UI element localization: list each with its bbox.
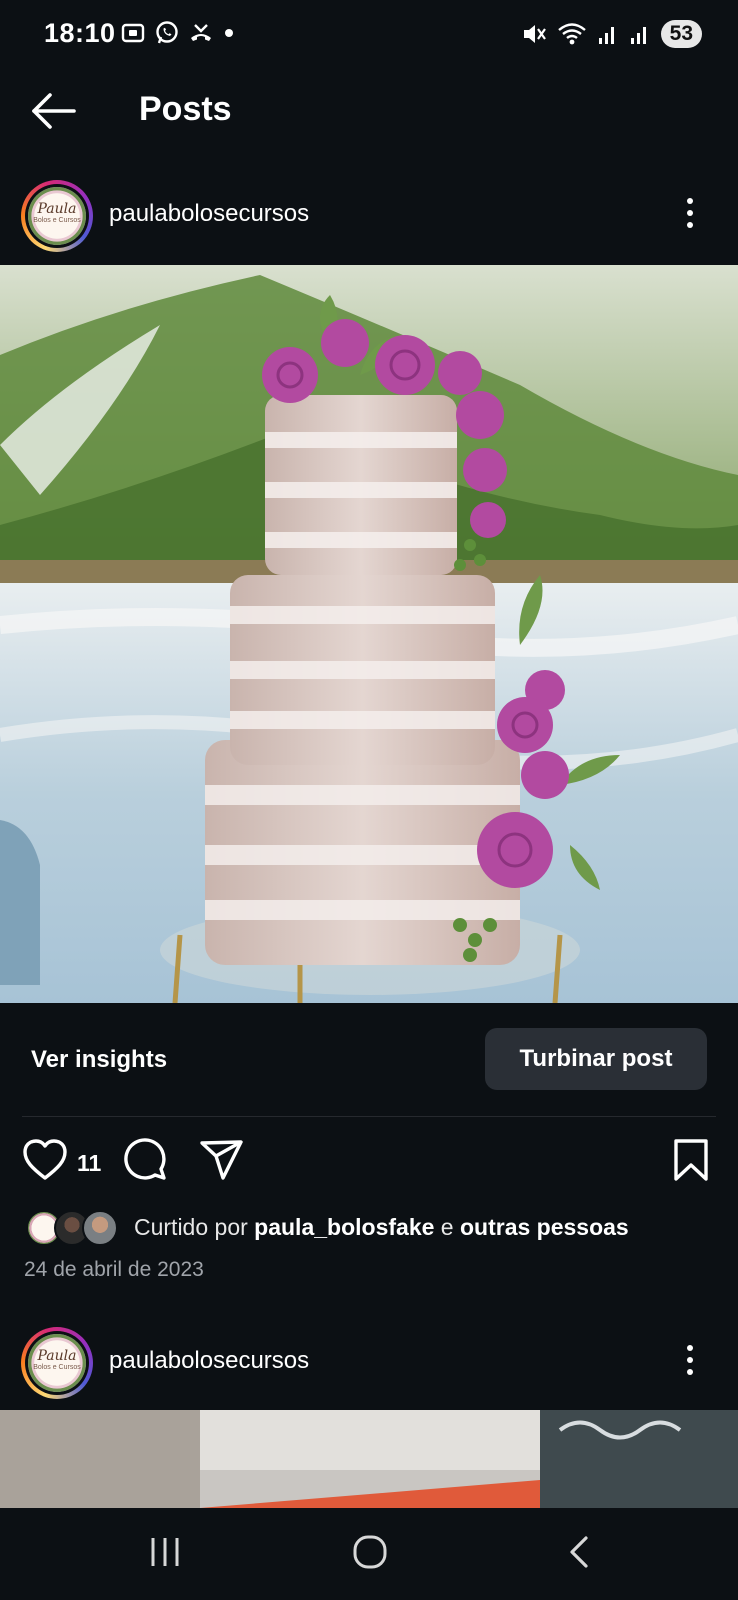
signal-icon bbox=[630, 27, 646, 44]
liked-by-others[interactable]: outras pessoas bbox=[460, 1214, 629, 1240]
page-title: Posts bbox=[139, 90, 232, 128]
arrow-left-icon[interactable] bbox=[28, 90, 80, 132]
system-nav-bar bbox=[0, 1508, 738, 1600]
post-username[interactable]: paulabolosecursos bbox=[109, 200, 309, 228]
whatsapp-icon bbox=[156, 21, 178, 44]
avatar-logo-text: Paula bbox=[37, 1348, 77, 1364]
liked-by-joiner: e bbox=[440, 1214, 454, 1240]
more-options-icon[interactable] bbox=[682, 1341, 698, 1385]
divider bbox=[22, 1116, 716, 1117]
post-photo[interactable] bbox=[0, 1410, 738, 1508]
avatar bbox=[82, 1210, 118, 1246]
home-icon[interactable] bbox=[352, 1534, 388, 1570]
liked-by-user[interactable]: paula_bolosfake bbox=[254, 1214, 434, 1240]
dot-icon bbox=[225, 29, 233, 37]
post-username[interactable]: paulabolosecursos bbox=[109, 1347, 309, 1375]
comment-icon[interactable] bbox=[122, 1138, 168, 1182]
post-photo[interactable] bbox=[0, 265, 738, 1003]
more-options-icon[interactable] bbox=[682, 194, 698, 238]
battery-level: 53 bbox=[660, 20, 702, 48]
avatar-logo-text: Paula bbox=[37, 201, 77, 217]
system-icons: 53 bbox=[521, 20, 702, 48]
insights-row: Ver insights Turbinar post bbox=[0, 1028, 738, 1090]
post-header: Paula Bolos e Cursos paulabolosecursos bbox=[0, 176, 738, 256]
liked-by-text: Curtido por paula_bolosfake e outras pes… bbox=[134, 1214, 629, 1241]
post-date: 24 de abril de 2023 bbox=[24, 1258, 204, 1281]
signal-icon bbox=[598, 27, 614, 44]
share-icon[interactable] bbox=[199, 1138, 245, 1182]
avatar[interactable]: Paula Bolos e Cursos bbox=[21, 1327, 93, 1399]
boost-post-button[interactable]: Turbinar post bbox=[485, 1028, 707, 1090]
post-actions: 11 bbox=[0, 1138, 738, 1188]
liked-by-prefix: Curtido por bbox=[134, 1214, 248, 1240]
bookmark-icon[interactable] bbox=[672, 1138, 710, 1182]
avatar-logo-subtext: Bolos e Cursos bbox=[33, 1364, 81, 1371]
status-time: 18:10 bbox=[44, 18, 116, 48]
missed-call-icon bbox=[191, 24, 211, 41]
back-icon[interactable] bbox=[564, 1534, 594, 1570]
page-header: Posts bbox=[0, 80, 738, 142]
view-insights-link[interactable]: Ver insights bbox=[31, 1046, 167, 1074]
like-count[interactable]: 11 bbox=[77, 1150, 101, 1177]
notification-icons bbox=[120, 20, 236, 46]
avatar-logo-subtext: Bolos e Cursos bbox=[33, 217, 81, 224]
recents-icon[interactable] bbox=[148, 1534, 182, 1570]
heart-icon[interactable] bbox=[22, 1138, 68, 1182]
mute-icon bbox=[523, 25, 546, 43]
post-header: Paula Bolos e Cursos paulabolosecursos bbox=[0, 1323, 738, 1403]
wifi-icon bbox=[557, 23, 586, 45]
avatar[interactable]: Paula Bolos e Cursos bbox=[21, 180, 93, 252]
liked-by-row[interactable]: Curtido por paula_bolosfake e outras pes… bbox=[24, 1208, 724, 1248]
screenshot-icon bbox=[121, 23, 145, 43]
status-bar: 18:10 53 bbox=[0, 0, 738, 70]
